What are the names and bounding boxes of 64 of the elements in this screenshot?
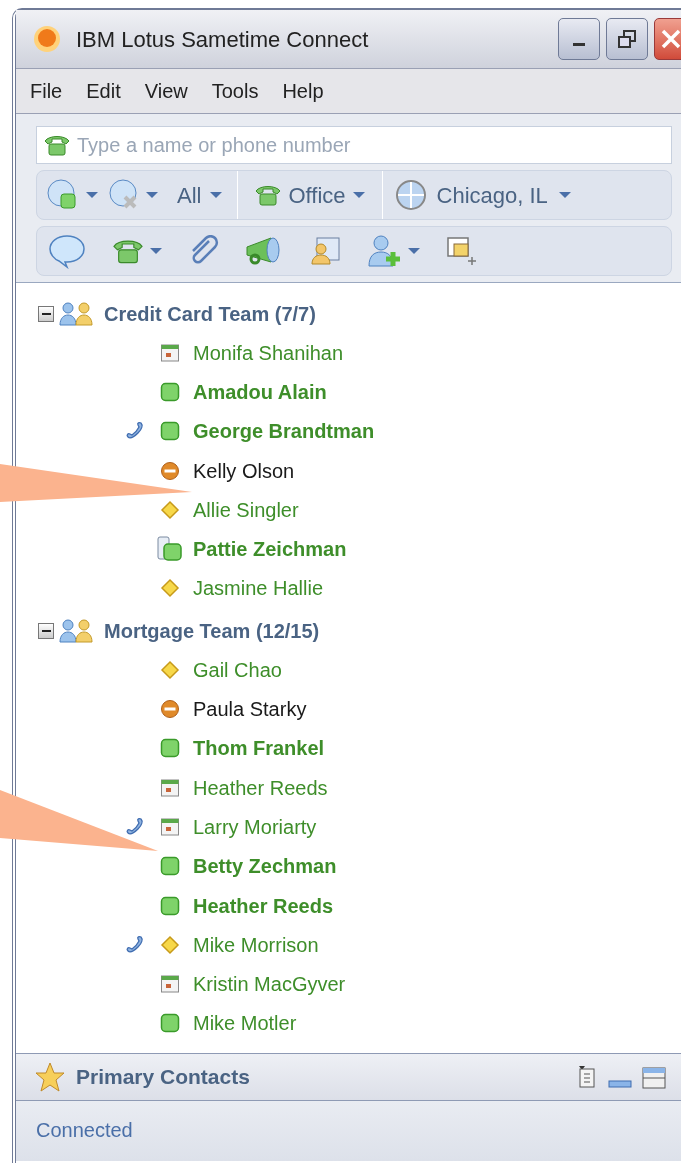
- contact-name[interactable]: Kelly Olson: [193, 455, 295, 486]
- contact-name[interactable]: Monifa Shanihan: [193, 337, 344, 368]
- filter-dropdown[interactable]: All: [177, 171, 239, 219]
- globe-icon: [394, 179, 427, 211]
- menu-item[interactable]: Edit: [86, 76, 121, 106]
- contact-name[interactable]: Heather Reeds: [193, 772, 328, 803]
- contact-name[interactable]: Heather Reeds: [193, 890, 334, 921]
- minimize-panel-button[interactable]: [608, 1079, 632, 1089]
- location-dropdown[interactable]: Chicago, IL: [382, 171, 572, 219]
- restore-icon: [617, 29, 637, 49]
- document-icon: [578, 1065, 598, 1089]
- close-icon: [660, 28, 681, 50]
- maximize-panel-button[interactable]: [642, 1067, 666, 1089]
- close-button[interactable]: [654, 18, 681, 60]
- menu-item[interactable]: Tools: [211, 76, 259, 106]
- caret-icon: [149, 247, 163, 255]
- phone-location-dropdown[interactable]: Office: [238, 171, 383, 219]
- contact-name[interactable]: Larry Moriarty: [193, 811, 317, 842]
- minimize-button[interactable]: [558, 18, 600, 60]
- contact-name[interactable]: Kristin MacGyver: [193, 969, 346, 1000]
- contact-name[interactable]: Thom Frankel: [193, 733, 325, 764]
- phone-icon: [43, 133, 71, 157]
- speech-bubble-icon: [47, 233, 87, 269]
- menu-item[interactable]: Help: [282, 76, 324, 106]
- group-people-icon: [58, 617, 94, 644]
- panel-menu-button[interactable]: [578, 1065, 598, 1089]
- phone-icon: [254, 183, 283, 207]
- caret-icon: [145, 191, 159, 199]
- window-plus-icon: [445, 235, 479, 267]
- group-people-icon: [58, 300, 94, 327]
- phone-icon: [111, 237, 145, 265]
- minimize-icon: [608, 1079, 632, 1089]
- collapse-toggle[interactable]: [38, 622, 54, 639]
- group-name[interactable]: Credit Card Team (7/7): [104, 298, 316, 329]
- connection-status: Connected: [36, 1118, 133, 1143]
- maximize-icon: [642, 1067, 666, 1089]
- contact-name[interactable]: Betty Zechman: [193, 851, 337, 882]
- caret-icon: [85, 191, 99, 199]
- window-title: IBM Lotus Sametime Connect: [76, 25, 369, 54]
- restore-button[interactable]: [606, 18, 648, 60]
- search-field[interactable]: Type a name or phone number: [77, 130, 665, 160]
- app-logo-icon: [32, 24, 62, 54]
- caret-icon: [557, 191, 572, 199]
- caret-icon: [407, 247, 421, 255]
- caret-icon: [209, 191, 224, 199]
- contact-name[interactable]: Mike Motler: [193, 1008, 297, 1039]
- group-name[interactable]: Mortgage Team (12/15): [104, 615, 320, 646]
- search-box[interactable]: Type a name or phone number: [36, 126, 672, 164]
- contact-name[interactable]: Gail Chao: [193, 654, 282, 685]
- star-icon: [34, 1061, 66, 1093]
- contact-name[interactable]: Amadou Alain: [193, 376, 327, 407]
- contact-name[interactable]: Allie Singler: [193, 494, 299, 525]
- contact-name[interactable]: Paula Starky: [193, 694, 307, 724]
- megaphone-icon: [243, 235, 283, 267]
- contact-name[interactable]: Pattie Zeichman: [193, 534, 347, 565]
- menu-item[interactable]: View: [144, 76, 188, 106]
- menu-item[interactable]: File: [30, 76, 63, 106]
- contact-name[interactable]: Jasmine Hallie: [193, 573, 324, 604]
- caret-icon: [351, 191, 366, 199]
- panel-title: Primary Contacts: [76, 1064, 250, 1091]
- contact-name[interactable]: Mike Morrison: [193, 929, 319, 960]
- add-person-icon: [367, 234, 403, 268]
- contact-name[interactable]: George Brandtman: [193, 416, 375, 447]
- collapse-toggle[interactable]: [38, 305, 54, 322]
